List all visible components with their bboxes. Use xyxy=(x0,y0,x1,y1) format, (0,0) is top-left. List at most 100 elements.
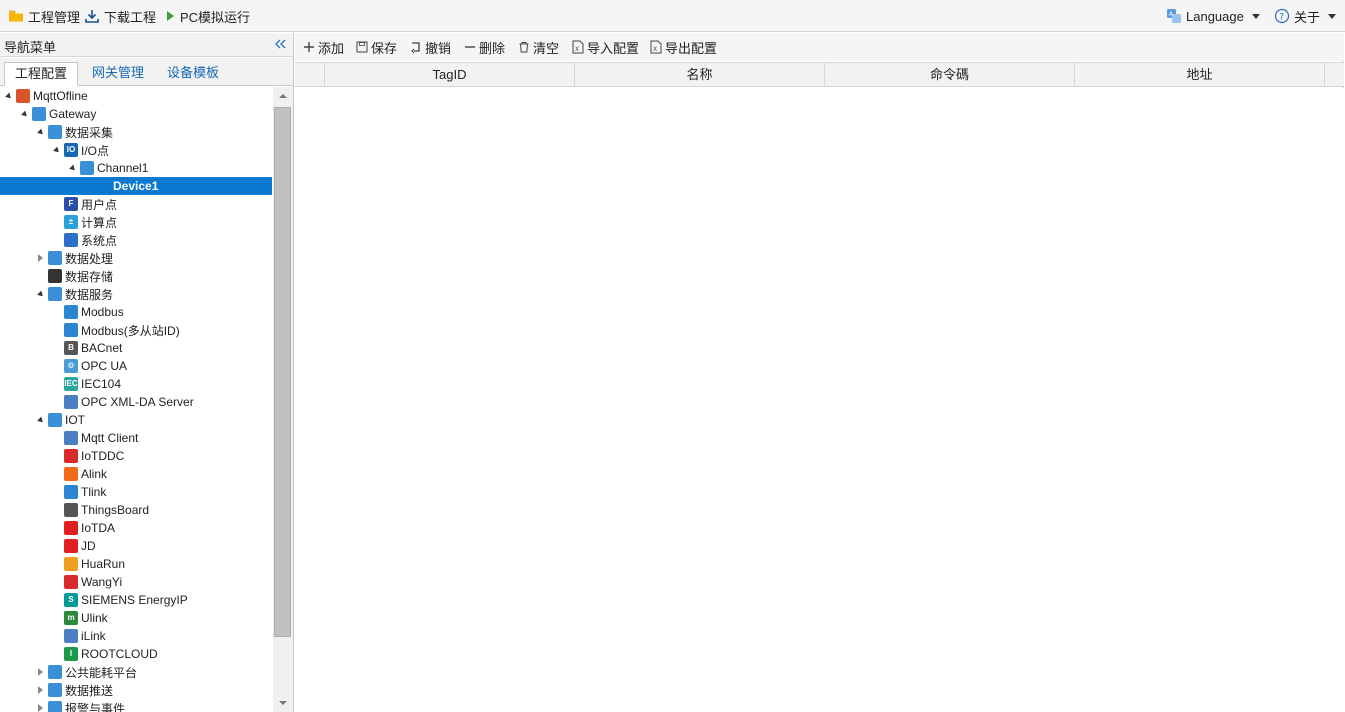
scroll-down-icon[interactable] xyxy=(279,701,287,705)
expand-down-icon[interactable] xyxy=(52,145,62,155)
tree-item-label: BACnet xyxy=(81,341,123,355)
tree-item[interactable]: iLink xyxy=(0,627,272,645)
expand-down-icon[interactable] xyxy=(36,415,46,425)
tree-item[interactable]: 数据采集 xyxy=(0,123,272,141)
tree-item[interactable]: 数据处理 xyxy=(0,249,272,267)
tab-device-templates[interactable]: 设备模板 xyxy=(157,62,229,86)
tree-item[interactable]: 数据服务 xyxy=(0,285,272,303)
language-menu[interactable]: A Language xyxy=(1166,0,1260,32)
tree-item[interactable]: IoTDA xyxy=(0,519,272,537)
tab-gateway-management[interactable]: 网关管理 xyxy=(82,62,154,86)
navigation-title: 导航菜单 xyxy=(4,40,57,55)
tlink-icon xyxy=(64,485,78,499)
export-config-button[interactable]: X 导出配置 xyxy=(650,33,717,61)
alink-icon xyxy=(64,467,78,481)
opc-xml-icon xyxy=(64,395,78,409)
tree-item[interactable]: m Ulink xyxy=(0,609,272,627)
tree-item[interactable]: IoTDDC xyxy=(0,447,272,465)
scroll-up-icon[interactable] xyxy=(279,94,287,98)
add-button[interactable]: 添加 xyxy=(303,33,344,61)
tree-item[interactable]: Mqtt Client xyxy=(0,429,272,447)
jd-icon xyxy=(64,539,78,553)
tree-item[interactable]: IEC IEC104 xyxy=(0,375,272,393)
column-header-address[interactable]: 地址 xyxy=(1075,63,1325,87)
expand-down-icon[interactable] xyxy=(68,163,78,173)
tree-item[interactable]: Modbus xyxy=(0,303,272,321)
scrollbar-thumb[interactable] xyxy=(274,107,291,637)
modbus-icon xyxy=(64,305,78,319)
main-content: 添加 保存 撤销 删除 清空 X 导入配置 X 导出配置 TagID 名称 命令… xyxy=(295,33,1344,712)
tree-item[interactable]: F 用户点 xyxy=(0,195,272,213)
tree-item[interactable]: S SIEMENS EnergyIP xyxy=(0,591,272,609)
project-management-button[interactable]: 工程管理 xyxy=(8,0,80,32)
expand-right-icon[interactable] xyxy=(36,667,46,677)
expand-right-icon[interactable] xyxy=(36,703,46,712)
tree-item[interactable]: HuaRun xyxy=(0,555,272,573)
expand-right-icon[interactable] xyxy=(36,253,46,263)
expand-down-icon[interactable] xyxy=(4,91,14,101)
undo-button[interactable]: 撤销 xyxy=(410,33,451,61)
tree-item[interactable]: Alink xyxy=(0,465,272,483)
plus-icon xyxy=(304,42,314,52)
pc-simulate-run-button[interactable]: PC模拟运行 xyxy=(164,0,250,32)
about-menu[interactable]: ? 关于 xyxy=(1274,0,1337,32)
tree-item[interactable]: B BACnet xyxy=(0,339,272,357)
column-header-name[interactable]: 名称 xyxy=(575,63,825,87)
tree-item[interactable]: ⚙ OPC UA xyxy=(0,357,272,375)
expand-down-icon[interactable] xyxy=(36,127,46,137)
tree-item[interactable]: I ROOTCLOUD xyxy=(0,645,272,663)
tree-item-label: Channel1 xyxy=(97,161,149,175)
iotddc-icon xyxy=(64,449,78,463)
tree-item-label: ROOTCLOUD xyxy=(81,647,158,661)
import-config-label: 导入配置 xyxy=(587,40,640,56)
tree-item[interactable]: Channel1 xyxy=(0,159,272,177)
tree-item-label: Mqtt Client xyxy=(81,431,139,445)
modbus-icon xyxy=(64,323,78,337)
tree-item[interactable]: 公共能耗平台 xyxy=(0,663,272,681)
help-icon: ? xyxy=(1274,8,1290,24)
tree-scrollbar[interactable] xyxy=(273,87,293,712)
column-header-tagid[interactable]: TagID xyxy=(325,63,575,87)
tree-item[interactable]: 数据存储 xyxy=(0,267,272,285)
tree-item[interactable]: ThingsBoard xyxy=(0,501,272,519)
tree-item[interactable]: 系统点 xyxy=(0,231,272,249)
siemens-icon: S xyxy=(64,593,78,607)
expand-down-icon[interactable] xyxy=(36,289,46,299)
folder-icon xyxy=(9,10,23,22)
bacnet-icon: B xyxy=(64,341,78,355)
collapse-double-left-icon[interactable] xyxy=(273,35,287,53)
tree-item[interactable]: 数据推送 xyxy=(0,681,272,699)
mqtt-icon xyxy=(64,431,78,445)
tree-item[interactable]: ± 计算点 xyxy=(0,213,272,231)
row-number-header xyxy=(295,63,325,87)
tree-item[interactable]: Modbus(多从站ID) xyxy=(0,321,272,339)
trash-icon xyxy=(519,42,529,53)
clear-button[interactable]: 清空 xyxy=(518,33,559,61)
column-header-command-code[interactable]: 命令碼 xyxy=(825,63,1075,87)
tree-item[interactable]: Gateway xyxy=(0,105,272,123)
tree-item-label: Modbus(多从站ID) xyxy=(81,323,180,338)
rootcloud-icon: I xyxy=(64,647,78,661)
download-project-button[interactable]: 下载工程 xyxy=(84,0,156,32)
tree-item[interactable]: WangYi xyxy=(0,573,272,591)
tree-item-label: 数据推送 xyxy=(65,683,114,698)
expand-right-icon[interactable] xyxy=(36,685,46,695)
tab-project-config[interactable]: 工程配置 xyxy=(4,62,79,86)
tree-item[interactable]: OPC XML-DA Server xyxy=(0,393,272,411)
delete-button[interactable]: 删除 xyxy=(464,33,505,61)
tree-item[interactable]: MqttOfline xyxy=(0,87,272,105)
tree-item[interactable]: Tlink xyxy=(0,483,272,501)
tree-item[interactable]: Device1 xyxy=(0,177,272,195)
expand-down-icon[interactable] xyxy=(20,109,30,119)
excel-import-icon: X xyxy=(572,40,584,54)
tree-item[interactable]: IO I/O点 xyxy=(0,141,272,159)
tree-item[interactable]: 报警与事件 xyxy=(0,699,272,712)
iec-icon: IEC xyxy=(64,377,78,391)
tree-item[interactable]: JD xyxy=(0,537,272,555)
pc-simulate-run-label: PC模拟运行 xyxy=(180,9,251,25)
tree-item[interactable]: IOT xyxy=(0,411,272,429)
huawei-icon xyxy=(64,521,78,535)
project-tree: MqttOfline Gateway 数据采集 IO I/O点 Channel1 Devic… xyxy=(0,87,273,712)
import-config-button[interactable]: X 导入配置 xyxy=(572,33,639,61)
save-button[interactable]: 保存 xyxy=(356,33,397,61)
